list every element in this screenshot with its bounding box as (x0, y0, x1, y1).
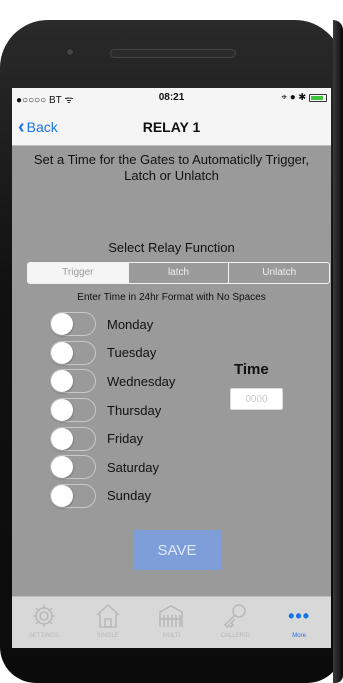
toggle-knob (51, 399, 73, 422)
relay-function-heading: Select Relay Function (108, 240, 235, 255)
tab-single[interactable]: SINGLE (76, 597, 140, 648)
tab-label: SETTINGS (28, 633, 59, 639)
intro-text: Set a Time for the Gates to Automaticlly… (33, 152, 310, 183)
day-row-tuesday: Tuesday (50, 339, 175, 368)
toggle-knob (51, 313, 73, 336)
day-label: Wednesday (107, 373, 176, 389)
tab-settings[interactable]: SETTINGS (12, 597, 76, 648)
segment-latch[interactable]: latch (127, 263, 229, 283)
tab-label: MULTI (162, 633, 181, 639)
page-title: RELAY 1 (142, 119, 201, 135)
segment-trigger[interactable]: Trigger (28, 263, 128, 283)
phone-edge (333, 20, 343, 683)
relay-function-selector: Trigger latch Unlatch (27, 262, 330, 284)
thursday-toggle[interactable] (50, 398, 96, 423)
front-camera (66, 48, 74, 56)
wednesday-toggle[interactable] (50, 369, 96, 394)
day-row-saturday: Saturday (50, 453, 175, 482)
app-screen: ●○○○○ BT ᯤ 08:21 ⌖ ● ✱ ‹ Back RELAY 1 Se… (12, 88, 331, 648)
tab-callerid[interactable]: CALLERID (203, 597, 267, 648)
day-row-sunday: Sunday (50, 482, 175, 511)
tab-bar: SETTINGS SINGLE MULTI CALLERID ••• More (12, 596, 331, 648)
day-label: Friday (107, 431, 144, 447)
tab-label: CALLERID (220, 633, 250, 639)
status-indicators: ⌖ ● ✱ (281, 92, 327, 103)
status-icons: ⌖ ● ✱ (281, 92, 306, 103)
save-button[interactable]: SAVE (133, 530, 221, 570)
toggle-knob (51, 484, 73, 507)
day-row-thursday: Thursday (50, 396, 175, 425)
day-label: Sunday (107, 488, 152, 504)
tuesday-toggle[interactable] (50, 340, 96, 365)
navigation-bar: ‹ Back RELAY 1 (12, 108, 331, 146)
tab-label: More (292, 633, 306, 639)
day-row-monday: Monday (50, 310, 175, 339)
earpiece-speaker (110, 49, 236, 58)
day-label: Saturday (107, 459, 160, 475)
monday-toggle[interactable] (50, 312, 96, 337)
sunday-toggle[interactable] (50, 483, 96, 508)
day-label: Thursday (107, 402, 162, 418)
house-icon (93, 601, 123, 631)
gate-icon (156, 601, 186, 631)
status-bar: ●○○○○ BT ᯤ 08:21 ⌖ ● ✱ (12, 88, 331, 108)
toggle-knob (51, 456, 73, 479)
day-label: Tuesday (107, 345, 157, 361)
tab-more[interactable]: ••• More (267, 597, 331, 648)
toggle-knob (51, 341, 73, 364)
saturday-toggle[interactable] (50, 455, 96, 480)
gear-icon (29, 601, 59, 631)
day-toggle-list: Monday Tuesday Wednesday Thursday Friday… (50, 310, 175, 510)
time-input[interactable] (230, 388, 283, 410)
day-label: Monday (107, 316, 154, 332)
segment-unlatch[interactable]: Unlatch (228, 263, 329, 283)
tab-label: SINGLE (96, 633, 119, 639)
more-icon: ••• (288, 606, 311, 626)
key-icon (220, 601, 250, 631)
friday-toggle[interactable] (50, 426, 96, 451)
day-row-wednesday: Wednesday (50, 367, 175, 396)
toggle-knob (51, 427, 73, 450)
battery-icon (309, 93, 327, 102)
time-label: Time (234, 361, 269, 378)
time-format-hint: Enter Time in 24hr Format with No Spaces (77, 292, 266, 303)
toggle-knob (51, 370, 73, 393)
tab-multi[interactable]: MULTI (140, 597, 204, 648)
phone-chin (0, 648, 343, 683)
day-row-friday: Friday (50, 424, 175, 453)
